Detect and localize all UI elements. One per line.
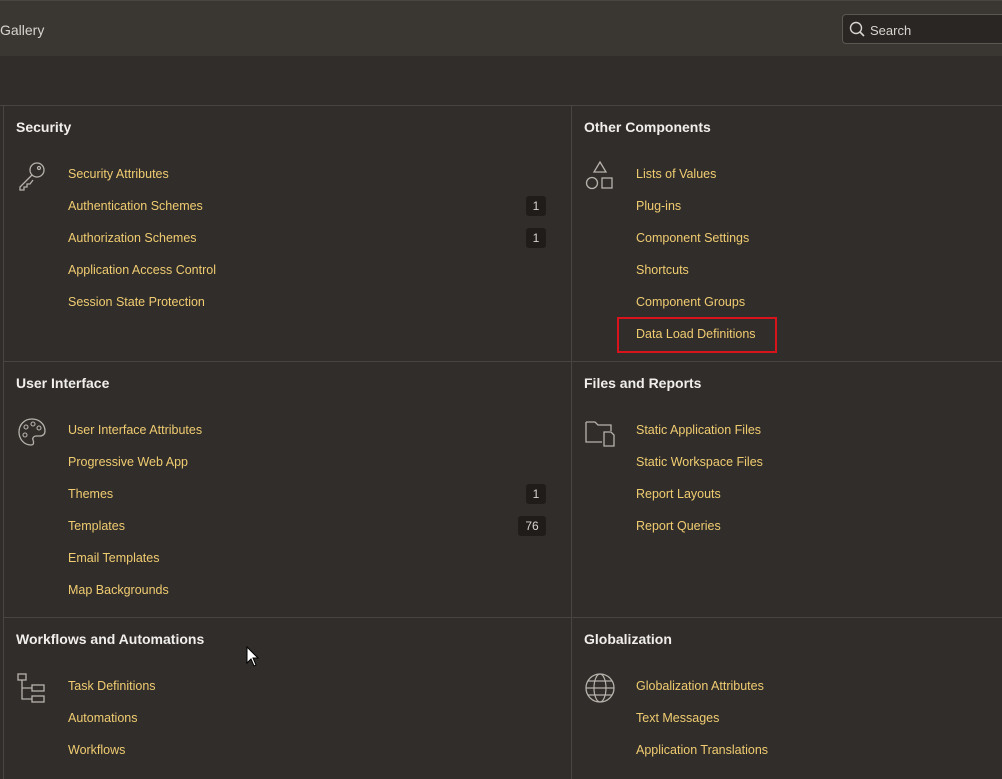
shared-components-grid: Security Security Attributes Authenticat… bbox=[3, 106, 1002, 779]
page-header-band bbox=[0, 56, 1002, 106]
section-files-reports: Files and Reports Static Application Fil… bbox=[571, 362, 1002, 618]
list-item: Email Templates bbox=[68, 550, 202, 582]
link-templates[interactable]: Templates bbox=[68, 519, 125, 533]
mouse-cursor-icon bbox=[246, 646, 260, 667]
palette-icon bbox=[18, 418, 46, 446]
link-map-backgrounds[interactable]: Map Backgrounds bbox=[68, 583, 169, 597]
count-badge: 76 bbox=[518, 516, 546, 536]
section-user-interface: User Interface User Interface Attributes… bbox=[4, 362, 571, 618]
section-title: Files and Reports bbox=[584, 375, 702, 391]
folder-icon bbox=[585, 421, 615, 447]
section-title: Security bbox=[16, 119, 72, 135]
link-static-application-files[interactable]: Static Application Files bbox=[636, 423, 761, 437]
section-title: Other Components bbox=[584, 119, 711, 135]
section-title: Globalization bbox=[584, 631, 672, 647]
link-authentication-schemes[interactable]: Authentication Schemes bbox=[68, 199, 203, 213]
list-item: Shortcuts bbox=[636, 262, 756, 294]
link-progressive-web-app[interactable]: Progressive Web App bbox=[68, 455, 188, 469]
link-shortcuts[interactable]: Shortcuts bbox=[636, 263, 689, 277]
section-workflows: Workflows and Automations Task Definitio… bbox=[4, 618, 571, 779]
section-security: Security Security Attributes Authenticat… bbox=[4, 106, 571, 362]
search-box[interactable]: Search bbox=[842, 14, 1002, 44]
list-item: Map Backgrounds bbox=[68, 582, 202, 614]
search-icon bbox=[849, 21, 865, 37]
list-item: Themes 1 bbox=[68, 484, 546, 518]
link-component-settings[interactable]: Component Settings bbox=[636, 231, 749, 245]
link-application-access-control[interactable]: Application Access Control bbox=[68, 263, 216, 277]
list-item: Globalization Attributes bbox=[636, 678, 768, 710]
list-item: Component Settings bbox=[636, 230, 756, 262]
globe-icon bbox=[585, 673, 615, 703]
link-user-interface-attributes[interactable]: User Interface Attributes bbox=[68, 423, 202, 437]
shapes-icon bbox=[585, 160, 613, 190]
count-badge: 1 bbox=[526, 484, 546, 504]
list-item: Workflows bbox=[68, 742, 156, 774]
link-lists-of-values[interactable]: Lists of Values bbox=[636, 167, 716, 181]
list-item: Authorization Schemes 1 bbox=[68, 228, 546, 262]
list-item: User Interface Attributes bbox=[68, 422, 202, 454]
list-item: Static Workspace Files bbox=[636, 454, 763, 486]
list-item: Lists of Values bbox=[636, 166, 756, 198]
section-title: Workflows and Automations bbox=[16, 631, 205, 647]
list-item: Authentication Schemes 1 bbox=[68, 196, 546, 230]
link-authorization-schemes[interactable]: Authorization Schemes bbox=[68, 231, 197, 245]
list-item: Task Definitions bbox=[68, 678, 156, 710]
link-text-messages[interactable]: Text Messages bbox=[636, 711, 719, 725]
list-item: Application Translations bbox=[636, 742, 768, 774]
link-globalization-attributes[interactable]: Globalization Attributes bbox=[636, 679, 764, 693]
count-badge: 1 bbox=[526, 228, 546, 248]
link-report-queries[interactable]: Report Queries bbox=[636, 519, 721, 533]
link-component-groups[interactable]: Component Groups bbox=[636, 295, 745, 309]
link-workflows[interactable]: Workflows bbox=[68, 743, 125, 757]
link-email-templates[interactable]: Email Templates bbox=[68, 551, 159, 565]
link-security-attributes[interactable]: Security Attributes bbox=[68, 167, 169, 181]
list-item: Static Application Files bbox=[636, 422, 763, 454]
breadcrumb[interactable]: Gallery bbox=[0, 22, 44, 38]
highlight-box bbox=[617, 317, 777, 353]
link-automations[interactable]: Automations bbox=[68, 711, 137, 725]
key-icon bbox=[19, 162, 45, 191]
list-item: Application Access Control bbox=[68, 262, 216, 294]
list-item: Text Messages bbox=[636, 710, 768, 742]
section-globalization: Globalization Globalization Attributes T… bbox=[571, 618, 1002, 779]
link-plug-ins[interactable]: Plug-ins bbox=[636, 199, 681, 213]
count-badge: 1 bbox=[526, 196, 546, 216]
tree-icon bbox=[17, 673, 45, 703]
list-item: Progressive Web App bbox=[68, 454, 202, 486]
link-application-translations[interactable]: Application Translations bbox=[636, 743, 768, 757]
list-item: Report Layouts bbox=[636, 486, 763, 518]
link-themes[interactable]: Themes bbox=[68, 487, 113, 501]
list-item: Security Attributes bbox=[68, 166, 216, 198]
section-title: User Interface bbox=[16, 375, 110, 391]
search-input[interactable]: Search bbox=[870, 23, 911, 38]
link-session-state-protection[interactable]: Session State Protection bbox=[68, 295, 205, 309]
link-task-definitions[interactable]: Task Definitions bbox=[68, 679, 156, 693]
top-bar: Gallery Search bbox=[0, 0, 1002, 56]
list-item: Automations bbox=[68, 710, 156, 742]
list-item: Templates 76 bbox=[68, 516, 546, 550]
link-static-workspace-files[interactable]: Static Workspace Files bbox=[636, 455, 763, 469]
list-item: Plug-ins bbox=[636, 198, 756, 230]
link-report-layouts[interactable]: Report Layouts bbox=[636, 487, 721, 501]
list-item: Report Queries bbox=[636, 518, 763, 550]
list-item: Session State Protection bbox=[68, 294, 216, 326]
